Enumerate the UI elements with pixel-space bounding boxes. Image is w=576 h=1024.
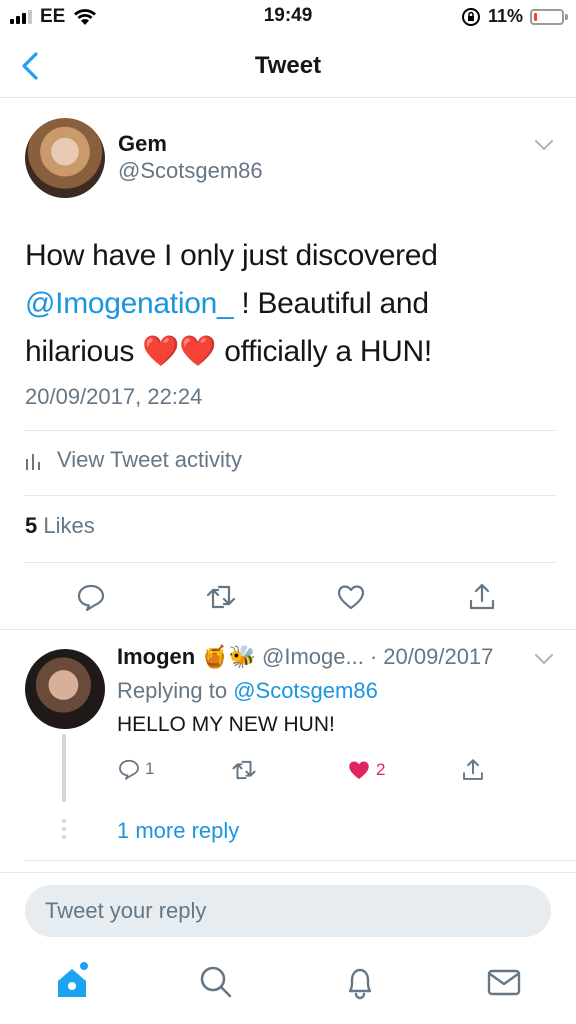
reply-header: Imogen 🍯🐝 @Imoge... · 20/09/2017 xyxy=(117,644,493,670)
battery-icon xyxy=(530,8,568,25)
reply-compose-field[interactable]: Tweet your reply xyxy=(25,885,551,937)
share-action[interactable] xyxy=(460,757,486,783)
divider xyxy=(25,860,576,861)
avatar[interactable] xyxy=(25,118,105,198)
search-icon[interactable] xyxy=(196,962,236,1002)
reply-date: · 20/09/2017 xyxy=(369,644,494,669)
author-name[interactable]: Gem xyxy=(118,131,167,157)
replying-prefix: Replying to xyxy=(117,678,234,703)
divider xyxy=(25,562,556,563)
like-action[interactable]: 2 xyxy=(346,757,385,783)
replying-handle-link[interactable]: @Scotsgem86 xyxy=(233,678,378,703)
retweet-action[interactable] xyxy=(231,757,257,783)
reply-text: HELLO MY NEW HUN! xyxy=(117,713,335,736)
analytics-icon xyxy=(26,454,40,470)
divider xyxy=(25,430,556,431)
tweet-text-line2: ! Beautiful and xyxy=(233,287,429,320)
heart-emoji: ❤️❤️ xyxy=(142,335,217,368)
avatar[interactable] xyxy=(25,649,105,729)
chevron-down-icon[interactable] xyxy=(533,652,555,666)
reply-author-emoji: 🍯🐝 xyxy=(201,644,257,669)
tweet-text: How have I only just discovered @Imogena… xyxy=(25,232,555,376)
divider xyxy=(0,629,576,630)
likes-label: Likes xyxy=(37,513,95,538)
page-title: Tweet xyxy=(254,52,322,79)
likes-number: 5 xyxy=(25,513,38,538)
status-bar: EE 19:49 11% xyxy=(0,0,576,36)
reply-icon xyxy=(119,759,139,780)
battery-percent: 11% xyxy=(487,6,523,26)
reply-count: 1 xyxy=(145,759,155,778)
tweet-text-line1: How have I only just discovered xyxy=(25,239,438,272)
view-activity-button[interactable]: View Tweet activity xyxy=(25,447,242,473)
messages-icon[interactable] xyxy=(484,962,524,1002)
chevron-down-icon[interactable] xyxy=(533,138,555,152)
tweet-timestamp: 20/09/2017, 22:24 xyxy=(25,384,203,409)
reply-icon[interactable] xyxy=(75,581,107,613)
share-icon[interactable] xyxy=(466,581,498,613)
compose-placeholder: Tweet your reply xyxy=(45,898,207,923)
battery-fill xyxy=(534,12,537,21)
retweet-icon[interactable] xyxy=(205,581,237,613)
replying-to: Replying to @Scotsgem86 xyxy=(117,678,378,704)
divider xyxy=(0,872,576,873)
retweet-icon xyxy=(232,760,256,780)
activity-label: View Tweet activity xyxy=(57,447,243,472)
likes-count[interactable]: 5 Likes xyxy=(25,513,95,539)
share-icon xyxy=(463,759,483,780)
like-icon[interactable] xyxy=(335,581,367,613)
nav-bar: Tweet xyxy=(0,36,576,98)
divider xyxy=(25,495,556,496)
thread-dots-icon xyxy=(62,819,66,839)
mention-link[interactable]: @Imogenation_ xyxy=(25,287,234,320)
rotation-lock-icon xyxy=(461,7,480,26)
tweet-text-line3-end: officially a HUN! xyxy=(216,335,432,368)
like-filled-icon xyxy=(349,761,369,779)
author-handle[interactable]: @Scotsgem86 xyxy=(118,158,263,184)
reply-author-handle[interactable]: @Imoge... xyxy=(262,644,364,670)
thread-line xyxy=(62,734,66,802)
status-right: 11% xyxy=(461,6,568,27)
tweet-text-line3-start: hilarious xyxy=(25,335,143,368)
like-count: 2 xyxy=(376,760,386,779)
reply-author-name[interactable]: Imogen xyxy=(117,644,195,670)
more-replies-link[interactable]: 1 more reply xyxy=(117,818,239,844)
reply-action[interactable]: 1 xyxy=(117,757,154,781)
notifications-icon[interactable] xyxy=(340,962,380,1002)
home-icon[interactable] xyxy=(52,962,92,1002)
